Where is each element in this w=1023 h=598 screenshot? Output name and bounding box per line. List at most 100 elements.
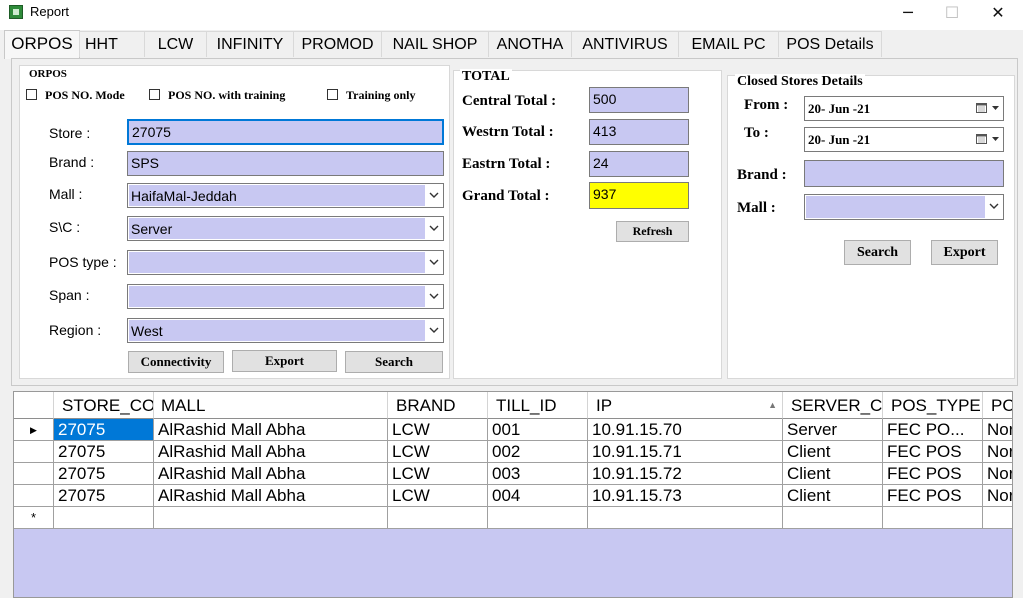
to-date-picker[interactable]: 20- Jun -21 [804,127,1004,152]
orpos-legend: ORPOS [27,68,69,80]
tab-infinity[interactable]: INFINITY [206,31,294,57]
column-header-brand[interactable]: BRAND [388,392,488,419]
grid-cell-ip[interactable]: 10.91.15.73 [588,485,783,507]
row-header[interactable] [14,463,54,485]
maximize-button[interactable]: ☐ [929,0,975,28]
closed-mall-select[interactable] [804,194,1004,220]
grid-cell-pos[interactable]: Nor [983,441,1012,463]
column-header-ip-label: IP [596,396,613,415]
mall-select[interactable]: HaifaMal-Jeddah [127,183,444,208]
sc-label: S\C : [49,219,81,235]
new-row-indicator[interactable]: * [14,507,54,529]
grid-cell-pos[interactable]: Nor [983,463,1012,485]
tab-email-pc[interactable]: EMAIL PC [678,31,779,57]
column-header-store-code[interactable]: STORE_CO [54,392,154,419]
brand-input[interactable]: SPS [127,151,444,176]
column-header-pos[interactable]: PO [983,392,1012,419]
grid-cell-mall[interactable]: AlRashid Mall Abha [154,463,388,485]
grid-cell-ip[interactable]: 10.91.15.72 [588,463,783,485]
grid-cell-mall[interactable]: AlRashid Mall Abha [154,441,388,463]
western-total-field: 413 [589,119,689,145]
tab-orpos[interactable]: ORPOS [4,30,80,59]
grid-cell-store-code[interactable]: 27075 [54,419,154,441]
region-label: Region : [49,322,102,338]
grid-cell-ip[interactable]: 10.91.15.71 [588,441,783,463]
new-row-cell[interactable] [154,507,388,529]
grid-cell-server-client[interactable]: Client [783,463,883,485]
close-button[interactable]: ✕ [975,0,1021,28]
row-header[interactable] [14,485,54,507]
grid-cell-till-id[interactable]: 003 [488,463,588,485]
orpos-export-button[interactable]: Export [232,350,337,372]
store-input[interactable]: 27075 [127,119,444,145]
tab-nail-shop[interactable]: NAIL SHOP [381,31,489,57]
closed-brand-input[interactable] [804,160,1004,187]
grid-cell-store-code[interactable]: 27075 [54,463,154,485]
training-only-checkbox[interactable] [327,89,338,100]
calendar-icon[interactable] [976,102,987,113]
current-row-indicator[interactable]: ▶ [14,419,54,441]
new-row-cell[interactable] [783,507,883,529]
minimize-button[interactable]: ─ [885,0,931,28]
grid-cell-pos-type[interactable]: FEC PO... [883,419,983,441]
grid-cell-pos[interactable]: Nor [983,419,1012,441]
grid-cell-brand[interactable]: LCW [388,419,488,441]
tab-antivirus[interactable]: ANTIVIRUS [571,31,679,57]
grid-cell-pos-type[interactable]: FEC POS [883,485,983,507]
grid-cell-server-client[interactable]: Client [783,441,883,463]
results-grid[interactable]: STORE_CO MALL BRAND TILL_ID IP ▲ SERVER_… [13,391,1013,598]
closed-search-button[interactable]: Search [844,240,911,265]
tab-pos-details[interactable]: POS Details [778,31,882,57]
grid-cell-store-code[interactable]: 27075 [54,485,154,507]
grid-cell-ip[interactable]: 10.91.15.70 [588,419,783,441]
new-row-cell[interactable] [388,507,488,529]
grid-cell-till-id[interactable]: 002 [488,441,588,463]
column-header-pos-type[interactable]: POS_TYPE [883,392,983,419]
connectivity-button[interactable]: Connectivity [128,351,224,373]
column-header-ip[interactable]: IP ▲ [588,392,783,419]
grid-cell-brand[interactable]: LCW [388,485,488,507]
pos-no-mode-checkbox[interactable] [26,89,37,100]
tab-anotha[interactable]: ANOTHA [488,31,572,57]
closed-export-button[interactable]: Export [931,240,998,265]
grid-cell-pos[interactable]: Nor [983,485,1012,507]
central-total-label: Central Total : [462,93,557,109]
from-date-picker[interactable]: 20- Jun -21 [804,96,1004,121]
tab-promod[interactable]: PROMOD [293,31,382,57]
grid-cell-till-id[interactable]: 001 [488,419,588,441]
tab-lcw[interactable]: LCW [144,31,207,57]
calendar-icon[interactable] [976,133,987,144]
grid-cell-server-client[interactable]: Client [783,485,883,507]
grid-cell-till-id[interactable]: 004 [488,485,588,507]
column-header-server-client[interactable]: SERVER_C [783,392,883,419]
grid-cell-mall[interactable]: AlRashid Mall Abha [154,419,388,441]
new-row-cell[interactable] [983,507,1012,529]
grid-cell-server-client[interactable]: Server [783,419,883,441]
orpos-search-button[interactable]: Search [345,351,443,373]
new-row-cell[interactable] [54,507,154,529]
span-select[interactable] [127,284,444,309]
grid-cell-mall[interactable]: AlRashid Mall Abha [154,485,388,507]
closed-mall-select-value [806,196,985,218]
training-only-label: Training only [346,88,416,102]
pos-type-select[interactable] [127,250,444,275]
grid-cell-brand[interactable]: LCW [388,463,488,485]
grand-total-field: 937 [589,182,689,209]
row-header[interactable] [14,441,54,463]
grid-corner-header [14,392,54,419]
grid-cell-pos-type[interactable]: FEC POS [883,463,983,485]
new-row-cell[interactable] [883,507,983,529]
sc-select[interactable]: Server [127,216,444,241]
column-header-mall[interactable]: MALL [154,392,388,419]
grid-cell-pos-type[interactable]: FEC POS [883,441,983,463]
chevron-down-icon [429,225,439,231]
grid-cell-brand[interactable]: LCW [388,441,488,463]
new-row-cell[interactable] [588,507,783,529]
grid-cell-store-code[interactable]: 27075 [54,441,154,463]
pos-no-training-checkbox[interactable] [149,89,160,100]
refresh-button[interactable]: Refresh [616,221,689,242]
region-select[interactable]: West [127,318,444,343]
column-header-till-id[interactable]: TILL_ID [488,392,588,419]
tab-hht[interactable]: HHT [79,31,145,57]
new-row-cell[interactable] [488,507,588,529]
